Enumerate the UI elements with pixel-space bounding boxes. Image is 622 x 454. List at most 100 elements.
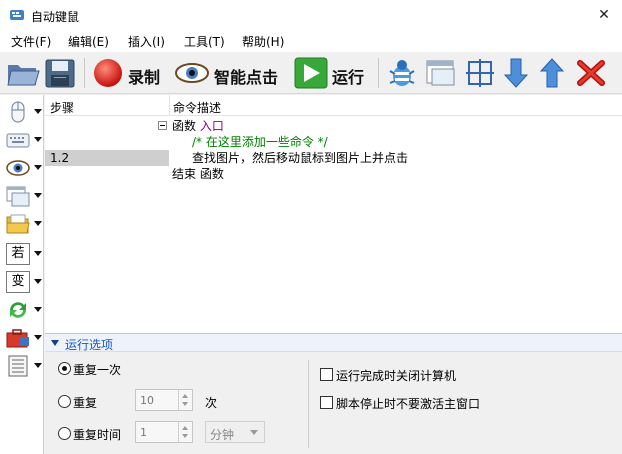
- function-keyword: 函数: [172, 119, 197, 133]
- toolbar: 录制 智能点击 运行: [0, 52, 622, 94]
- column-divider[interactable]: [169, 95, 170, 116]
- chevron-down-icon[interactable]: [34, 251, 42, 256]
- run-options-header[interactable]: 运行选项: [45, 333, 622, 352]
- sidebar-item-if[interactable]: 若: [4, 241, 44, 267]
- step-cell: [45, 166, 169, 182]
- if-condition-icon: 若: [6, 243, 30, 265]
- keyboard-icon: [6, 133, 30, 148]
- repeat-count-value: 10: [140, 394, 154, 407]
- menu-edit[interactable]: 编辑(E): [68, 33, 109, 50]
- open-folder-icon[interactable]: [6, 57, 40, 89]
- command-sidebar: 若 变: [0, 95, 44, 454]
- step-cell: [45, 118, 169, 134]
- record-icon[interactable]: [92, 57, 124, 89]
- sidebar-item-keyboard[interactable]: [4, 127, 44, 153]
- menu-tools[interactable]: 工具(T): [184, 33, 225, 50]
- stepper-up-icon[interactable]: [182, 426, 188, 430]
- chevron-down-icon[interactable]: [34, 193, 42, 198]
- repeat-count-label[interactable]: 重复: [73, 394, 97, 411]
- move-up-icon[interactable]: [538, 57, 566, 89]
- column-header-description[interactable]: 命令描述: [173, 99, 221, 116]
- chevron-down-icon[interactable]: [34, 279, 42, 284]
- sidebar-item-misc[interactable]: [4, 353, 44, 379]
- toolbar-separator: [84, 58, 85, 88]
- repeat-unit-label: 次: [205, 396, 218, 410]
- chevron-down-icon[interactable]: [34, 307, 42, 312]
- window-icon[interactable]: [424, 57, 458, 89]
- table-row[interactable]: 结束 函数: [45, 166, 622, 182]
- no-activate-checkbox[interactable]: [320, 396, 333, 409]
- toolbox-icon: [6, 329, 29, 348]
- repeat-time-stepper[interactable]: 1: [135, 421, 193, 443]
- run-options-title: 运行选项: [65, 338, 114, 352]
- menu-bar: 文件(F) 编辑(E) 插入(I) 工具(T) 帮助(H): [0, 30, 622, 52]
- repeat-count-stepper[interactable]: 10: [135, 389, 193, 411]
- region-select-icon[interactable]: [464, 57, 496, 89]
- time-unit-value: 分钟: [210, 428, 235, 442]
- repeat-count-radio[interactable]: [58, 395, 71, 408]
- stepper-down-icon[interactable]: [182, 434, 188, 438]
- sidebar-item-window[interactable]: [4, 183, 44, 209]
- play-icon[interactable]: [294, 57, 328, 89]
- close-button[interactable]: ✕: [586, 0, 622, 30]
- stepper-up-icon[interactable]: [182, 394, 188, 398]
- repeat-time-radio[interactable]: [58, 427, 71, 440]
- move-down-icon[interactable]: [502, 57, 530, 89]
- function-name: 函数: [199, 167, 224, 181]
- repeat-once-radio[interactable]: [58, 362, 71, 375]
- sidebar-item-file[interactable]: [4, 211, 44, 237]
- table-header: 步骤 命令描述: [45, 95, 622, 116]
- folder-icon: [6, 214, 30, 234]
- sidebar-item-image[interactable]: [4, 155, 44, 181]
- record-button[interactable]: 录制: [128, 64, 160, 88]
- eye-icon: [6, 160, 30, 176]
- chevron-down-icon[interactable]: [34, 165, 42, 170]
- column-header-step[interactable]: 步骤: [50, 99, 74, 116]
- repeat-time-label[interactable]: 重复时间: [73, 426, 121, 443]
- collapse-arrow-icon[interactable]: [51, 340, 59, 346]
- smart-click-button[interactable]: 智能点击: [214, 64, 278, 88]
- mouse-icon: [11, 101, 25, 123]
- shutdown-label[interactable]: 运行完成时关闭计算机: [336, 367, 456, 384]
- loop-refresh-icon: [10, 302, 26, 318]
- no-activate-label[interactable]: 脚本停止时不要激活主窗口: [336, 395, 480, 412]
- shutdown-checkbox[interactable]: [320, 368, 333, 381]
- chevron-down-icon[interactable]: [34, 137, 42, 142]
- eye-icon[interactable]: [174, 57, 210, 89]
- save-icon[interactable]: [44, 57, 76, 89]
- menu-insert[interactable]: 插入(I): [128, 33, 165, 50]
- stepper-down-icon[interactable]: [182, 402, 188, 406]
- stepper-buttons[interactable]: [178, 390, 192, 410]
- table-row[interactable]: /* 在这里添加一些命令 */: [45, 134, 622, 150]
- menu-file[interactable]: 文件(F): [11, 33, 51, 50]
- options-divider: [308, 360, 309, 448]
- chevron-down-icon[interactable]: [34, 335, 42, 340]
- stepper-buttons[interactable]: [178, 422, 192, 442]
- table-row[interactable]: 函数 入口: [45, 118, 622, 134]
- sidebar-item-mouse[interactable]: [4, 99, 44, 125]
- run-options-panel: 重复一次 重复 10 次 重复时间 1 分钟 运行完成时关闭计算机 脚本停止时不…: [45, 352, 622, 454]
- chevron-down-icon[interactable]: [250, 430, 258, 435]
- document-list-icon: [8, 355, 28, 377]
- repeat-once-label[interactable]: 重复一次: [73, 361, 121, 378]
- title-bar: 自动键鼠 ✕: [0, 0, 622, 30]
- step-cell-selected: 1.2: [45, 150, 169, 166]
- debug-bug-icon[interactable]: [386, 57, 418, 89]
- function-name: 入口: [199, 119, 224, 133]
- sidebar-item-loop[interactable]: [4, 297, 44, 323]
- sidebar-item-tools[interactable]: [4, 325, 44, 351]
- command-cell: 函数 入口: [172, 118, 224, 134]
- table-row[interactable]: 1.2 查找图片，然后移动鼠标到图片上并点击: [45, 150, 622, 166]
- app-keyboard-icon: [10, 10, 24, 20]
- app-window: 自动键鼠 ✕ 文件(F) 编辑(E) 插入(I) 工具(T) 帮助(H) 录制: [0, 0, 622, 454]
- time-unit-select[interactable]: 分钟: [205, 421, 265, 443]
- chevron-down-icon[interactable]: [34, 109, 42, 114]
- chevron-down-icon[interactable]: [34, 221, 42, 226]
- chevron-down-icon[interactable]: [34, 363, 42, 368]
- collapse-toggle-icon[interactable]: [158, 121, 167, 130]
- delete-x-icon[interactable]: [574, 57, 608, 89]
- run-button[interactable]: 运行: [332, 64, 364, 88]
- command-cell: 查找图片，然后移动鼠标到图片上并点击: [192, 151, 409, 165]
- menu-help[interactable]: 帮助(H): [242, 33, 284, 50]
- sidebar-item-variable[interactable]: 变: [4, 269, 44, 295]
